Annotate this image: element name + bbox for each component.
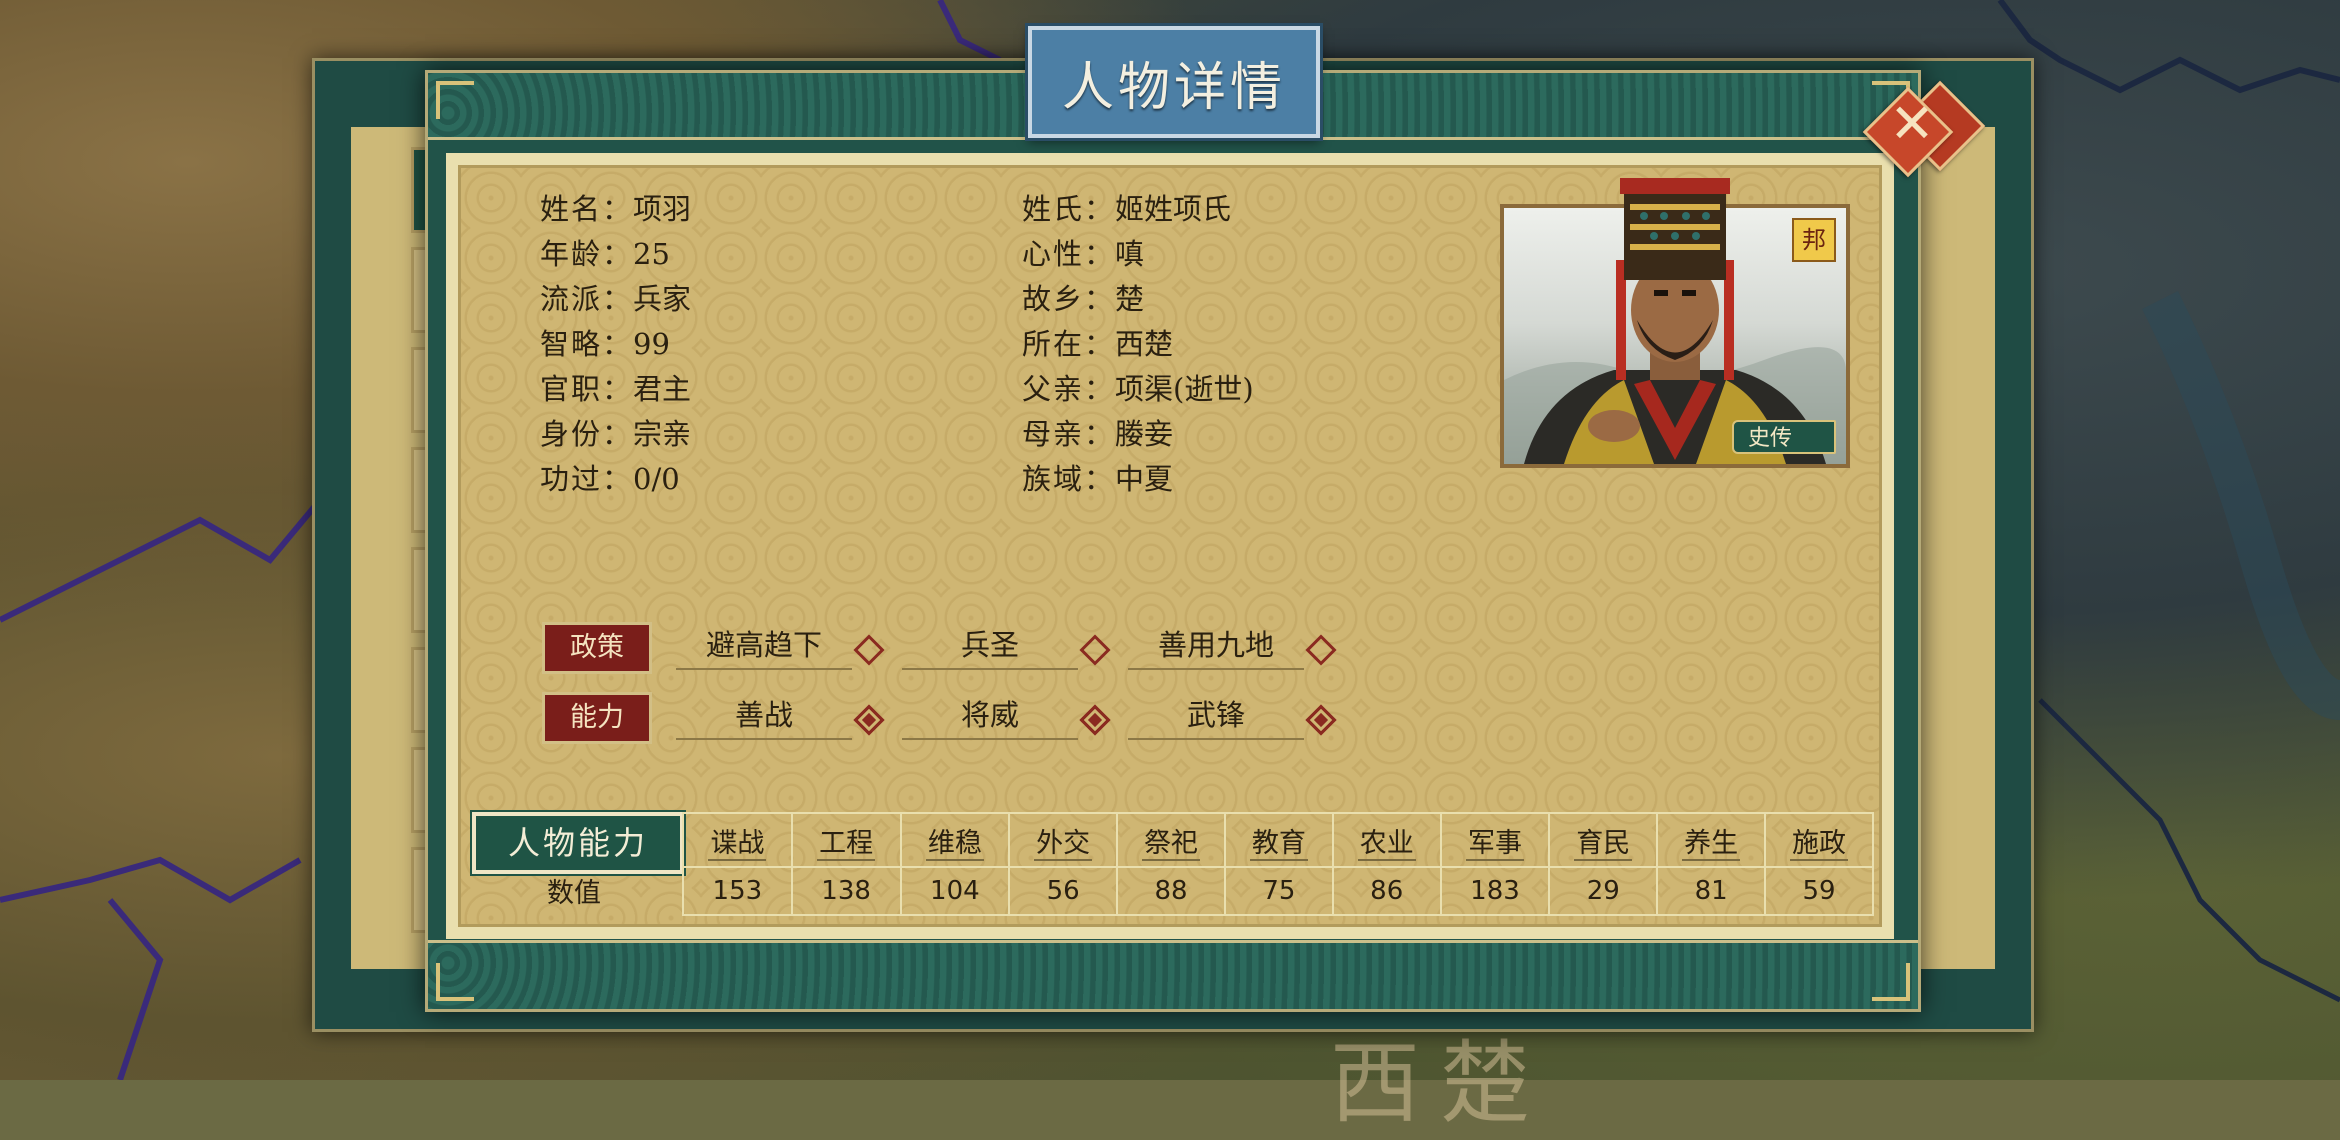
info-clan: 姓氏：姬姓项氏 xyxy=(1022,192,1232,226)
stat-value: 75 xyxy=(1223,866,1334,916)
info-status: 身份：宗亲 xyxy=(540,417,692,451)
stat-header: 养生 xyxy=(1656,812,1767,868)
stat-value: 88 xyxy=(1116,866,1226,916)
stats-table: 谍战 工程 维稳 外交 祭祀 教育 农业 军事 育民 养生 施政 153 138… xyxy=(682,812,1874,916)
ability-item[interactable]: 将威 xyxy=(902,692,1078,740)
faction-badge: 邦 xyxy=(1792,218,1836,262)
dialog-title-plaque: 人物详情 xyxy=(1028,26,1320,138)
stat-value: 86 xyxy=(1331,866,1442,916)
info-school: 流派：兵家 xyxy=(540,282,692,316)
stat-value: 29 xyxy=(1548,866,1659,916)
stat-header: 施政 xyxy=(1764,812,1874,868)
stat-value: 138 xyxy=(790,866,902,916)
ability-item[interactable]: 武锋 xyxy=(1128,692,1304,740)
character-portrait[interactable]: 邦 史传 xyxy=(1500,178,1850,468)
stat-header: 教育 xyxy=(1223,812,1334,868)
stat-header: 祭祀 xyxy=(1116,812,1226,868)
stat-value: 59 xyxy=(1764,866,1874,916)
stat-header: 外交 xyxy=(1008,812,1119,868)
info-father[interactable]: 父亲：项渠(逝世) xyxy=(1022,366,1254,408)
close-button[interactable]: ✕ xyxy=(1862,80,1986,178)
stat-header: 农业 xyxy=(1331,812,1442,868)
policy-tag: 政策 xyxy=(542,622,652,674)
info-location: 所在：西楚 xyxy=(1022,327,1174,361)
policy-item[interactable]: 避高趋下 xyxy=(676,622,852,670)
stat-value: 81 xyxy=(1656,866,1767,916)
close-icon: ✕ xyxy=(1889,92,1935,155)
character-ability-tab[interactable]: 人物能力 xyxy=(472,812,684,874)
info-name: 姓名：项羽 xyxy=(540,192,692,226)
corner-ornament xyxy=(436,81,474,119)
corner-ornament xyxy=(436,963,474,1001)
stat-header: 工程 xyxy=(790,812,902,868)
stat-header: 维稳 xyxy=(899,812,1011,868)
info-ethnicity: 族域：中夏 xyxy=(1022,462,1174,496)
ability-item[interactable]: 善战 xyxy=(676,692,852,740)
stats-header-row: 谍战 工程 维稳 外交 祭祀 教育 农业 军事 育民 养生 施政 xyxy=(682,812,1874,868)
dialog-footer-band xyxy=(428,940,1918,1009)
info-merit: 功过：0/0 xyxy=(540,462,680,496)
policy-item[interactable]: 兵圣 xyxy=(902,622,1078,670)
stat-value: 153 xyxy=(682,866,793,916)
stat-header: 军事 xyxy=(1439,812,1551,868)
dialog-title: 人物详情 xyxy=(1061,57,1286,118)
stat-value: 183 xyxy=(1439,866,1551,916)
info-mother[interactable]: 母亲：媵妾 xyxy=(1022,411,1173,453)
info-temperament: 心性：嗔 xyxy=(1022,237,1145,271)
info-hometown: 故乡：楚 xyxy=(1022,282,1145,316)
stat-header: 育民 xyxy=(1548,812,1659,868)
policy-item[interactable]: 善用九地 xyxy=(1128,622,1304,670)
stat-value: 56 xyxy=(1008,866,1119,916)
corner-ornament xyxy=(1872,963,1910,1001)
stats-row-label: 数值 xyxy=(547,878,601,909)
info-age: 年龄：25 xyxy=(540,237,670,271)
biography-button[interactable]: 史传 xyxy=(1732,420,1836,454)
info-strategy: 智略：99 xyxy=(540,327,670,361)
info-office: 官职：君主 xyxy=(540,372,692,406)
stats-value-row: 153 138 104 56 88 75 86 183 29 81 59 xyxy=(682,866,1874,916)
ability-tag: 能力 xyxy=(542,692,652,744)
stat-value: 104 xyxy=(899,866,1011,916)
stat-header: 谍战 xyxy=(682,812,793,868)
